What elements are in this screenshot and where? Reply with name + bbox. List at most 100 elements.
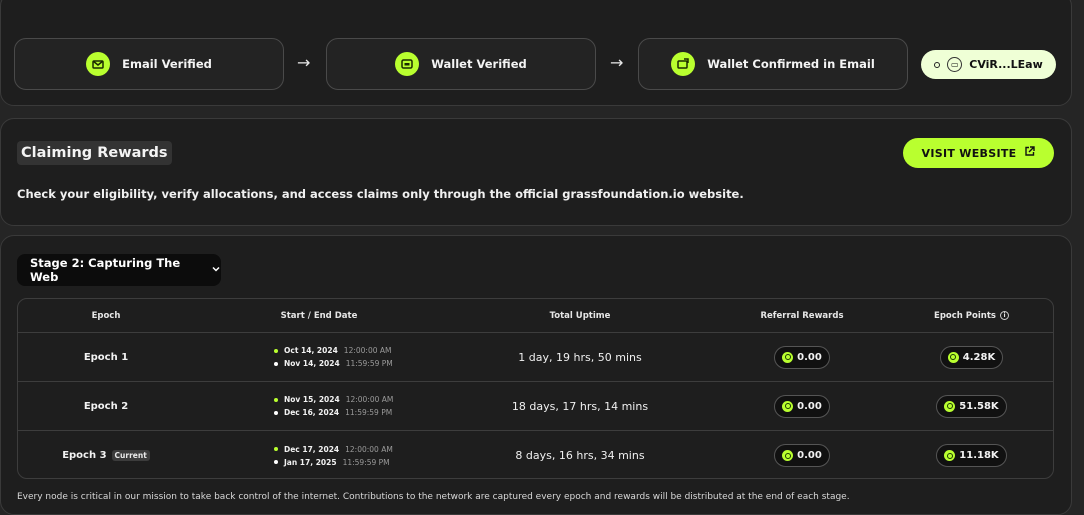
end-date: Nov 14, 2024: [284, 359, 340, 368]
table-row: Epoch 2 Nov 15, 2024 12:00:00 AM Dec 16,…: [18, 381, 1053, 430]
referral-pill: 0.00: [774, 394, 830, 418]
date-cell: Nov 15, 2024 12:00:00 AM Dec 16, 2024 11…: [194, 382, 444, 430]
arrow-right-icon: →: [610, 53, 624, 72]
end-date: Dec 16, 2024: [284, 408, 340, 417]
step-wallet-confirmed: Wallet Confirmed in Email: [638, 38, 908, 90]
grass-coin-icon: [782, 351, 794, 363]
verification-steps-card: Email Verified → Wallet Verified → Walle…: [0, 0, 1072, 106]
table-row: Epoch 1 Oct 14, 2024 12:00:00 AM Nov 14,…: [18, 332, 1053, 381]
start-date: Oct 14, 2024: [284, 346, 338, 355]
end-date-line: Jan 17, 2025 11:59:59 PM: [274, 458, 390, 467]
end-time: 11:59:59 PM: [342, 457, 390, 467]
referral-cell: 0.00: [716, 333, 888, 381]
referral-pill: 0.00: [774, 444, 830, 467]
epoch-cell: Epoch 1: [18, 333, 194, 381]
start-time: 12:00:00 AM: [345, 395, 394, 404]
end-date: Jan 17, 2025: [284, 457, 337, 467]
stage-dropdown[interactable]: Stage 2: Capturing The Web: [17, 254, 221, 286]
referral-value: 0.00: [797, 450, 822, 461]
epochs-card: Stage 2: Capturing The Web Epoch Start /…: [0, 235, 1072, 515]
header-points: Epoch Points i: [888, 299, 1053, 332]
end-date-line: Nov 14, 2024 11:59:59 PM: [274, 359, 393, 368]
grass-coin-icon: [947, 351, 959, 363]
uptime-cell: 1 day, 19 hrs, 50 mins: [518, 350, 642, 364]
table-header-row: Epoch Start / End Date Total Uptime Refe…: [18, 299, 1053, 332]
referral-value: 0.00: [797, 400, 822, 412]
epoch-label: Epoch 2: [83, 400, 129, 412]
grass-coin-icon: [782, 450, 794, 461]
visit-website-label: VISIT WEBSITE: [921, 146, 1017, 160]
table-row: Epoch 3 Current Dec 17, 2024 12:00:00 AM…: [18, 430, 1053, 478]
chevron-down-icon: [211, 263, 221, 277]
date-cell: Oct 14, 2024 12:00:00 AM Nov 14, 2024 11…: [194, 333, 444, 381]
wallet-icon: ▭: [947, 57, 963, 72]
uptime-cell: 8 days, 16 hrs, 34 mins: [515, 449, 645, 462]
points-value: 11.18K: [959, 450, 999, 461]
end-dot-icon: [274, 460, 278, 464]
start-dot-icon: [274, 397, 278, 402]
end-time: 11:59:59 PM: [345, 408, 393, 417]
epoch-label: Epoch 1: [83, 351, 129, 363]
start-dot-icon: [274, 447, 278, 451]
start-date: Nov 15, 2024: [284, 395, 340, 404]
header-points-label: Epoch Points: [934, 310, 996, 321]
epoch-cell: Epoch 3 Current: [18, 431, 194, 478]
current-badge: Current: [111, 450, 150, 461]
header-referral: Referral Rewards: [760, 310, 844, 321]
wallet-check-icon: [671, 52, 696, 76]
header-date: Start / End Date: [280, 310, 358, 321]
stage-selected-label: Stage 2: Capturing The Web: [30, 256, 181, 284]
info-icon[interactable]: i: [999, 311, 1009, 320]
epoch-label: Epoch 3: [62, 450, 107, 461]
step-label: Wallet Confirmed in Email: [707, 57, 875, 71]
points-value: 4.28K: [962, 351, 996, 363]
end-dot-icon: [274, 361, 278, 366]
start-dot-icon: [274, 348, 278, 353]
header-epoch: Epoch: [91, 310, 121, 321]
points-pill: 51.58K: [936, 394, 1007, 418]
points-pill: 11.18K: [936, 444, 1007, 467]
email-icon: [86, 52, 111, 76]
status-dot-icon: [934, 61, 941, 68]
footnote-text: Every node is critical in our mission to…: [17, 492, 850, 502]
visit-website-button[interactable]: VISIT WEBSITE: [903, 138, 1054, 168]
date-cell: Dec 17, 2024 12:00:00 AM Jan 17, 2025 11…: [194, 431, 444, 478]
wallet-icon: [395, 52, 420, 76]
external-link-icon: [1024, 146, 1036, 160]
epochs-table: Epoch Start / End Date Total Uptime Refe…: [17, 298, 1054, 479]
epoch-cell: Epoch 2: [18, 382, 194, 430]
wallet-address: CViR...LEaw: [969, 58, 1043, 71]
start-date-line: Oct 14, 2024 12:00:00 AM: [274, 346, 391, 355]
header-uptime: Total Uptime: [549, 310, 611, 321]
end-time: 11:59:59 PM: [345, 359, 393, 368]
referral-cell: 0.00: [716, 431, 888, 478]
points-value: 51.58K: [959, 400, 999, 412]
points-cell: 11.18K: [888, 431, 1053, 478]
arrow-right-icon: →: [297, 53, 311, 72]
referral-value: 0.00: [797, 351, 822, 363]
points-cell: 51.58K: [888, 382, 1053, 430]
section-title: Claiming Rewards: [17, 141, 172, 165]
uptime-cell: 18 days, 17 hrs, 14 mins: [511, 399, 649, 413]
step-wallet-verified: Wallet Verified: [326, 38, 596, 90]
referral-pill: 0.00: [774, 345, 830, 369]
points-cell: 4.28K: [888, 333, 1053, 381]
referral-cell: 0.00: [716, 382, 888, 430]
start-date-line: Dec 17, 2024 12:00:00 AM: [274, 445, 393, 454]
step-email-verified: Email Verified: [14, 38, 284, 90]
start-time: 12:00:00 AM: [343, 346, 392, 355]
start-date: Dec 17, 2024: [284, 444, 340, 454]
end-date-line: Dec 16, 2024 11:59:59 PM: [274, 408, 392, 417]
grass-coin-icon: [944, 400, 956, 412]
wallet-address-pill[interactable]: ▭ CViR...LEaw: [921, 50, 1056, 79]
step-label: Email Verified: [122, 57, 212, 71]
grass-coin-icon: [782, 400, 794, 412]
end-dot-icon: [274, 410, 278, 415]
step-label: Wallet Verified: [431, 57, 527, 71]
claim-description: Check your eligibility, verify allocatio…: [17, 187, 744, 201]
claiming-rewards-card: Claiming Rewards VISIT WEBSITE Check you…: [0, 118, 1072, 226]
points-pill: 4.28K: [939, 345, 1004, 369]
start-time: 12:00:00 AM: [345, 444, 393, 454]
start-date-line: Nov 15, 2024 12:00:00 AM: [274, 395, 393, 404]
grass-coin-icon: [944, 450, 956, 461]
